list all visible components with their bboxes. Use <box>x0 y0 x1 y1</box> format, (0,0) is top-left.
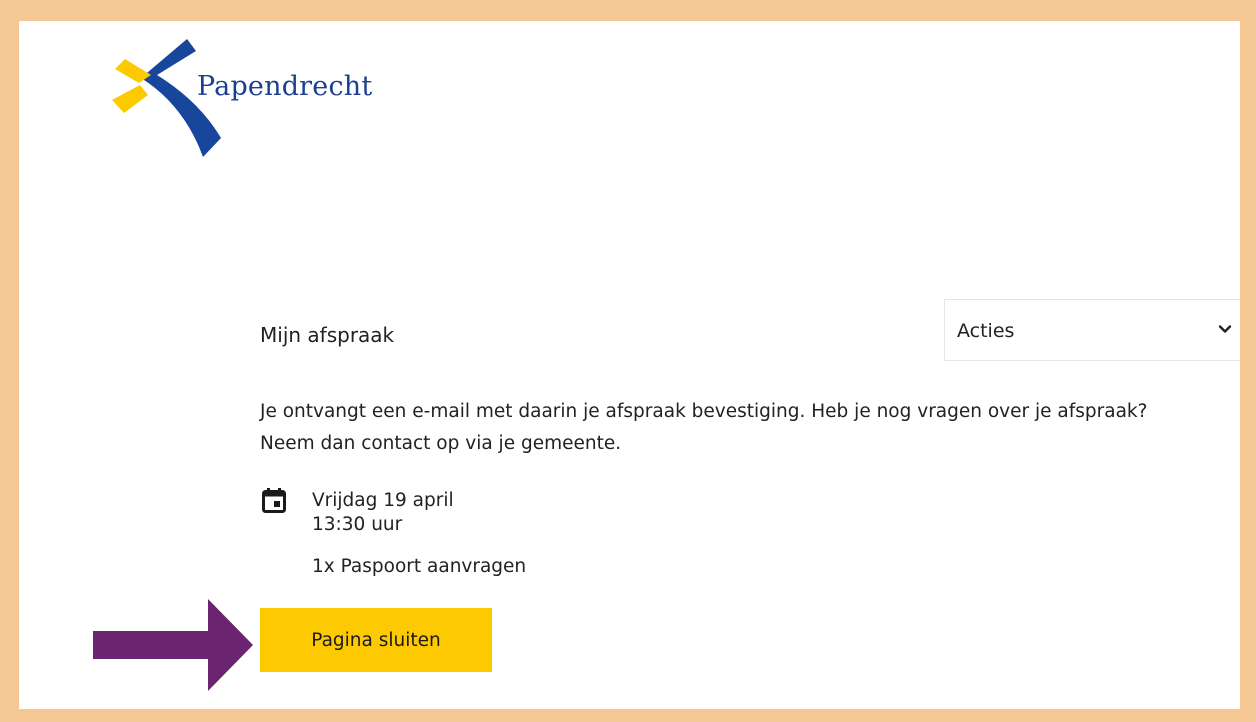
papendrecht-logo[interactable]: Papendrecht <box>95 37 375 159</box>
logo-wordmark: Papendrecht <box>197 71 373 102</box>
appointment-service: 1x Paspoort aanvragen <box>312 556 527 577</box>
actions-dropdown-value: Acties <box>957 320 1015 342</box>
appointment-date: Vrijdag 19 april <box>312 490 454 511</box>
chevron-down-icon <box>1218 325 1232 333</box>
confirmation-info: Je ontvangt een e-mail met daarin je afs… <box>260 396 1220 460</box>
close-page-button[interactable]: Pagina sluiten <box>260 608 492 672</box>
actions-dropdown[interactable]: Acties <box>944 299 1240 361</box>
info-line: Neem dan contact op via je gemeente. <box>260 433 622 454</box>
calendar-icon <box>262 488 286 513</box>
appointment-time: 13:30 uur <box>312 514 403 535</box>
page-frame: Papendrecht Mijn afspraak Acties Je ontv… <box>19 21 1240 709</box>
arrow-right-icon <box>93 599 253 691</box>
page-title: Mijn afspraak <box>260 323 395 347</box>
info-line: Je ontvangt een e-mail met daarin je afs… <box>260 401 1148 422</box>
